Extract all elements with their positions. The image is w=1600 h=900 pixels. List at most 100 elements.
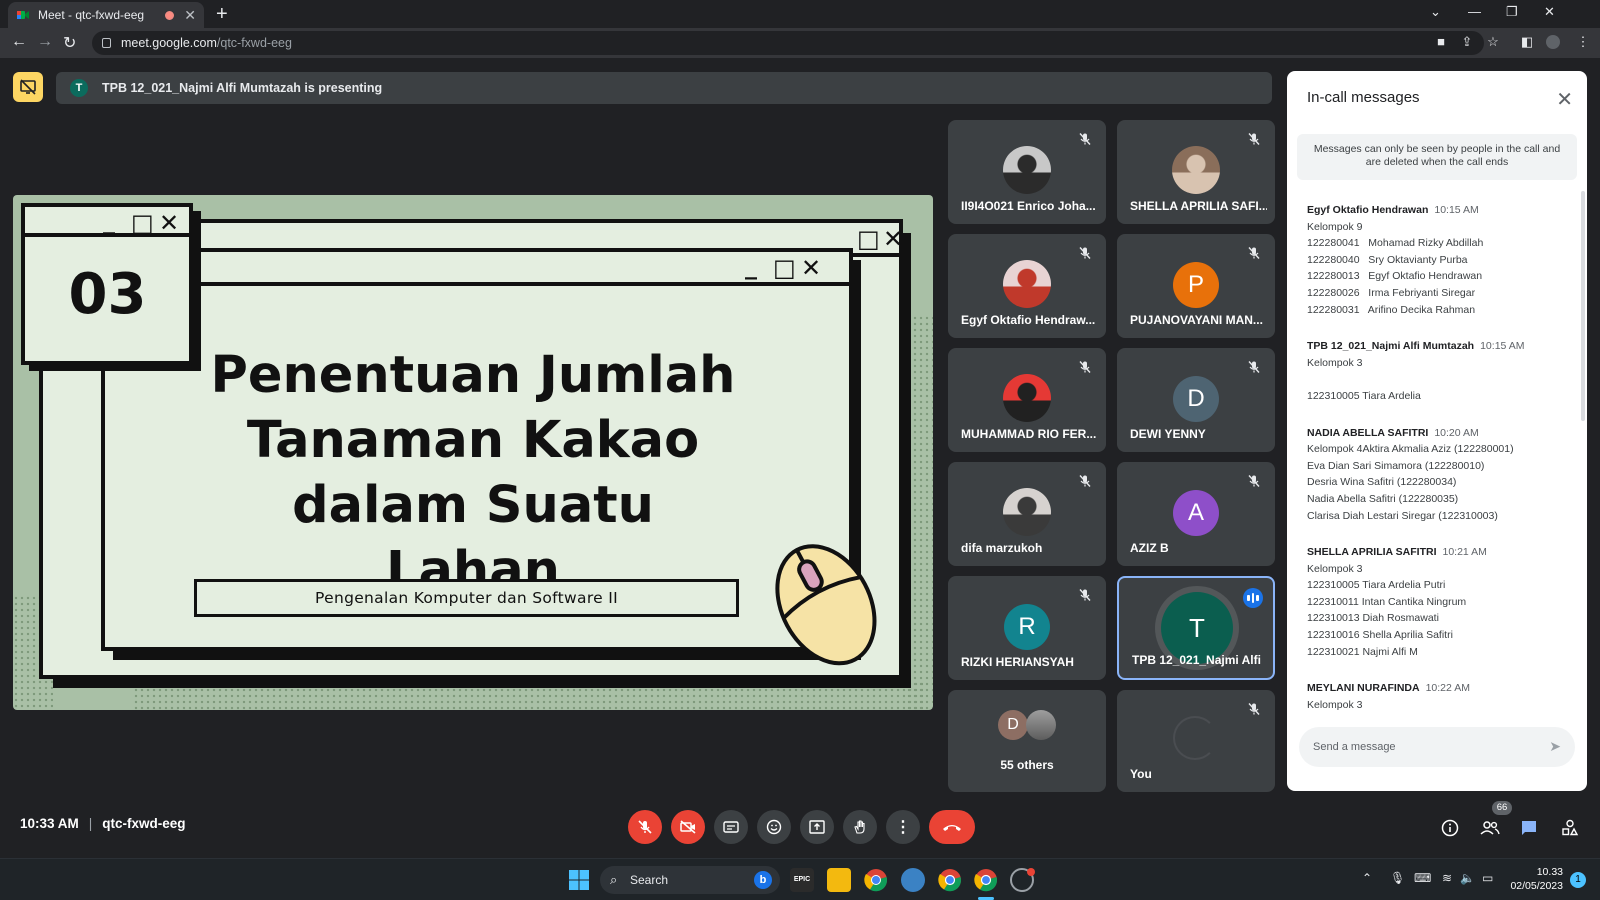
close-glyph-icon: ✕ <box>159 209 180 237</box>
message-line: 122310005 Tiara Ardelia Putri <box>1307 579 1446 592</box>
chat-icon[interactable] <box>1519 818 1539 838</box>
url-domain: meet.google.com <box>121 36 217 50</box>
message-header: SHELLA APRILIA SAFITRI 10:21 AM <box>1307 544 1577 561</box>
participant-name: RIZKI HERIANSYAH <box>961 655 1074 669</box>
message-time: 10:20 AM <box>1434 426 1479 439</box>
participant-tile[interactable]: Egyf Oktafio Hendraw... <box>948 234 1106 338</box>
participant-tile[interactable]: R RIZKI HERIANSYAH <box>948 576 1106 680</box>
message-time: 10:15 AM <box>1434 204 1479 216</box>
camera-button[interactable] <box>671 810 705 844</box>
participant-name: You <box>1130 767 1152 781</box>
captions-button[interactable] <box>714 810 748 844</box>
microphone-button[interactable] <box>628 810 662 844</box>
microphone-tray-icon[interactable]: 🎙 <box>1390 871 1405 885</box>
settings-gear-icon[interactable] <box>901 868 925 892</box>
windows-taskbar: ⌕ Search b EPIC ⌃ 🎙 ⌨ ≋ 🔈 ▭ 10.33 02/05/… <box>0 858 1600 900</box>
new-tab-button[interactable]: + <box>216 3 228 25</box>
send-icon[interactable]: ➤ <box>1549 738 1561 755</box>
close-chat-icon[interactable]: ✕ <box>1556 87 1573 112</box>
keyboard-icon[interactable]: ⌨ <box>1414 871 1431 885</box>
mic-off-icon <box>1247 132 1261 146</box>
side-panel-icon[interactable]: ◧ <box>1520 35 1534 49</box>
volume-icon[interactable]: 🔈 <box>1460 871 1475 885</box>
message-line: 122310011 Intan Cantika Ningrum <box>1307 595 1467 608</box>
people-icon[interactable] <box>1480 818 1500 838</box>
message-line: 122280041 Mohamad Rizky Abdillah <box>1307 237 1484 250</box>
wifi-icon[interactable]: ≋ <box>1442 871 1452 885</box>
message-input-placeholder: Send a message <box>1313 741 1396 753</box>
bookmark-star-icon[interactable]: ☆ <box>1486 35 1500 49</box>
battery-icon[interactable]: ▭ <box>1482 871 1493 885</box>
taskbar-clock[interactable]: 10.33 02/05/2023 <box>1505 865 1563 893</box>
forward-button[interactable]: → <box>37 33 53 51</box>
chrome-active-icon[interactable] <box>974 868 998 892</box>
message-line: 122310013 Diah Rosmawati <box>1307 612 1439 625</box>
notification-count-badge[interactable]: 1 <box>1570 872 1586 888</box>
close-tab-icon[interactable]: ✕ <box>184 7 196 24</box>
message-line: 122280013 Egyf Oktafio Hendrawan <box>1307 270 1483 283</box>
message-input[interactable]: Send a message ➤ <box>1299 727 1575 767</box>
chat-message: MEYLANI NURAFINDA 10:22 AM Kelompok 3 <box>1307 680 1577 713</box>
show-hidden-icons-icon[interactable]: ⌃ <box>1362 871 1372 885</box>
message-line: 122310005 Tiara Ardelia <box>1307 389 1421 402</box>
profile-avatar[interactable] <box>1546 35 1560 49</box>
camera-permission-icon[interactable]: ■ <box>1434 35 1448 49</box>
browser-tab-bar: Meet - qtc-fxwd-eeg ✕ + ⌄ — ❐ ✕ <box>0 0 1600 28</box>
participant-tile[interactable]: SHELLA APRILIA SAFI... <box>1117 120 1275 224</box>
message-line: Clarisa Diah Lestari Siregar (122310003) <box>1307 509 1498 522</box>
present-now-button[interactable] <box>800 810 834 844</box>
notification-dot <box>1027 868 1035 876</box>
epic-games-icon[interactable]: EPIC <box>790 868 814 892</box>
browser-tab[interactable]: Meet - qtc-fxwd-eeg ✕ <box>8 2 204 28</box>
mic-off-icon <box>638 820 652 834</box>
more-options-button[interactable]: ⋮ <box>886 810 920 844</box>
minimize-window-button[interactable]: — <box>1468 4 1481 19</box>
raise-hand-icon <box>854 820 865 834</box>
share-icon[interactable]: ⇪ <box>1460 35 1474 49</box>
participant-tile[interactable]: T TPB 12_021_Najmi Alfi ... <box>1117 576 1275 680</box>
slide-title-line: Penentuan Jumlah <box>210 346 736 405</box>
restore-window-button[interactable]: ❐ <box>1506 4 1518 20</box>
meeting-details-icon[interactable] <box>1440 818 1460 838</box>
reload-button[interactable]: ↻ <box>63 33 76 53</box>
participant-tile[interactable]: II9I4O021 Enrico Joha... <box>948 120 1106 224</box>
maximize-glyph-icon: □ <box>773 254 796 282</box>
participant-avatar: R <box>1004 604 1050 650</box>
participant-tile[interactable]: D DEWI YENNY <box>1117 348 1275 452</box>
activities-icon[interactable] <box>1560 818 1580 838</box>
participant-tile[interactable]: P PUJANOVAYANI MAN... <box>1117 234 1275 338</box>
leave-call-button[interactable] <box>929 810 975 844</box>
stop-presentation-button[interactable] <box>13 72 43 102</box>
message-sender: SHELLA APRILIA SAFITRI <box>1307 546 1437 559</box>
chat-scrollbar[interactable] <box>1581 191 1585 421</box>
maximize-glyph-icon: □ <box>131 209 154 237</box>
message-header: NADIA ABELLA SAFITRI 10:20 AM <box>1307 425 1577 442</box>
participant-tile[interactable]: MUHAMMAD RIO FER... <box>948 348 1106 452</box>
participant-tile[interactable]: difa marzukoh <box>948 462 1106 566</box>
tab-search-icon[interactable]: ⌄ <box>1430 4 1441 20</box>
others-avatar: D <box>998 710 1028 740</box>
participant-tile[interactable]: You <box>1117 690 1275 792</box>
address-bar[interactable]: meet.google.com/qtc-fxwd-eeg <box>92 31 1484 55</box>
close-window-button[interactable]: ✕ <box>1544 4 1555 20</box>
file-explorer-icon[interactable] <box>827 868 851 892</box>
participant-photo <box>1003 260 1051 308</box>
chat-message: TPB 12_021_Najmi Alfi Mumtazah 10:15 AM Ke… <box>1307 338 1577 404</box>
participant-name: MUHAMMAD RIO FER... <box>961 427 1097 441</box>
participant-name: difa marzukoh <box>961 541 1043 555</box>
browser-menu-icon[interactable]: ⋮ <box>1576 35 1590 49</box>
hang-up-icon <box>943 825 961 831</box>
slide-title-line: Tanaman Kakao <box>246 411 700 470</box>
reactions-button[interactable] <box>757 810 791 844</box>
participant-tile[interactable]: D 55 others <box>948 690 1106 792</box>
windows-start-icon[interactable] <box>567 868 591 892</box>
chrome-icon[interactable] <box>864 868 888 892</box>
participant-tile[interactable]: A AZIZ B <box>1117 462 1275 566</box>
message-header: Egyf Oktafio Hendrawan 10:15 AM <box>1307 202 1577 219</box>
taskbar-search[interactable]: ⌕ Search b <box>600 866 780 894</box>
maximize-glyph-icon: □ <box>857 225 880 253</box>
back-button[interactable]: ← <box>11 33 27 51</box>
presenter-avatar: T <box>70 79 88 97</box>
chrome-profile-icon[interactable] <box>938 868 962 892</box>
raise-hand-button[interactable] <box>843 810 877 844</box>
